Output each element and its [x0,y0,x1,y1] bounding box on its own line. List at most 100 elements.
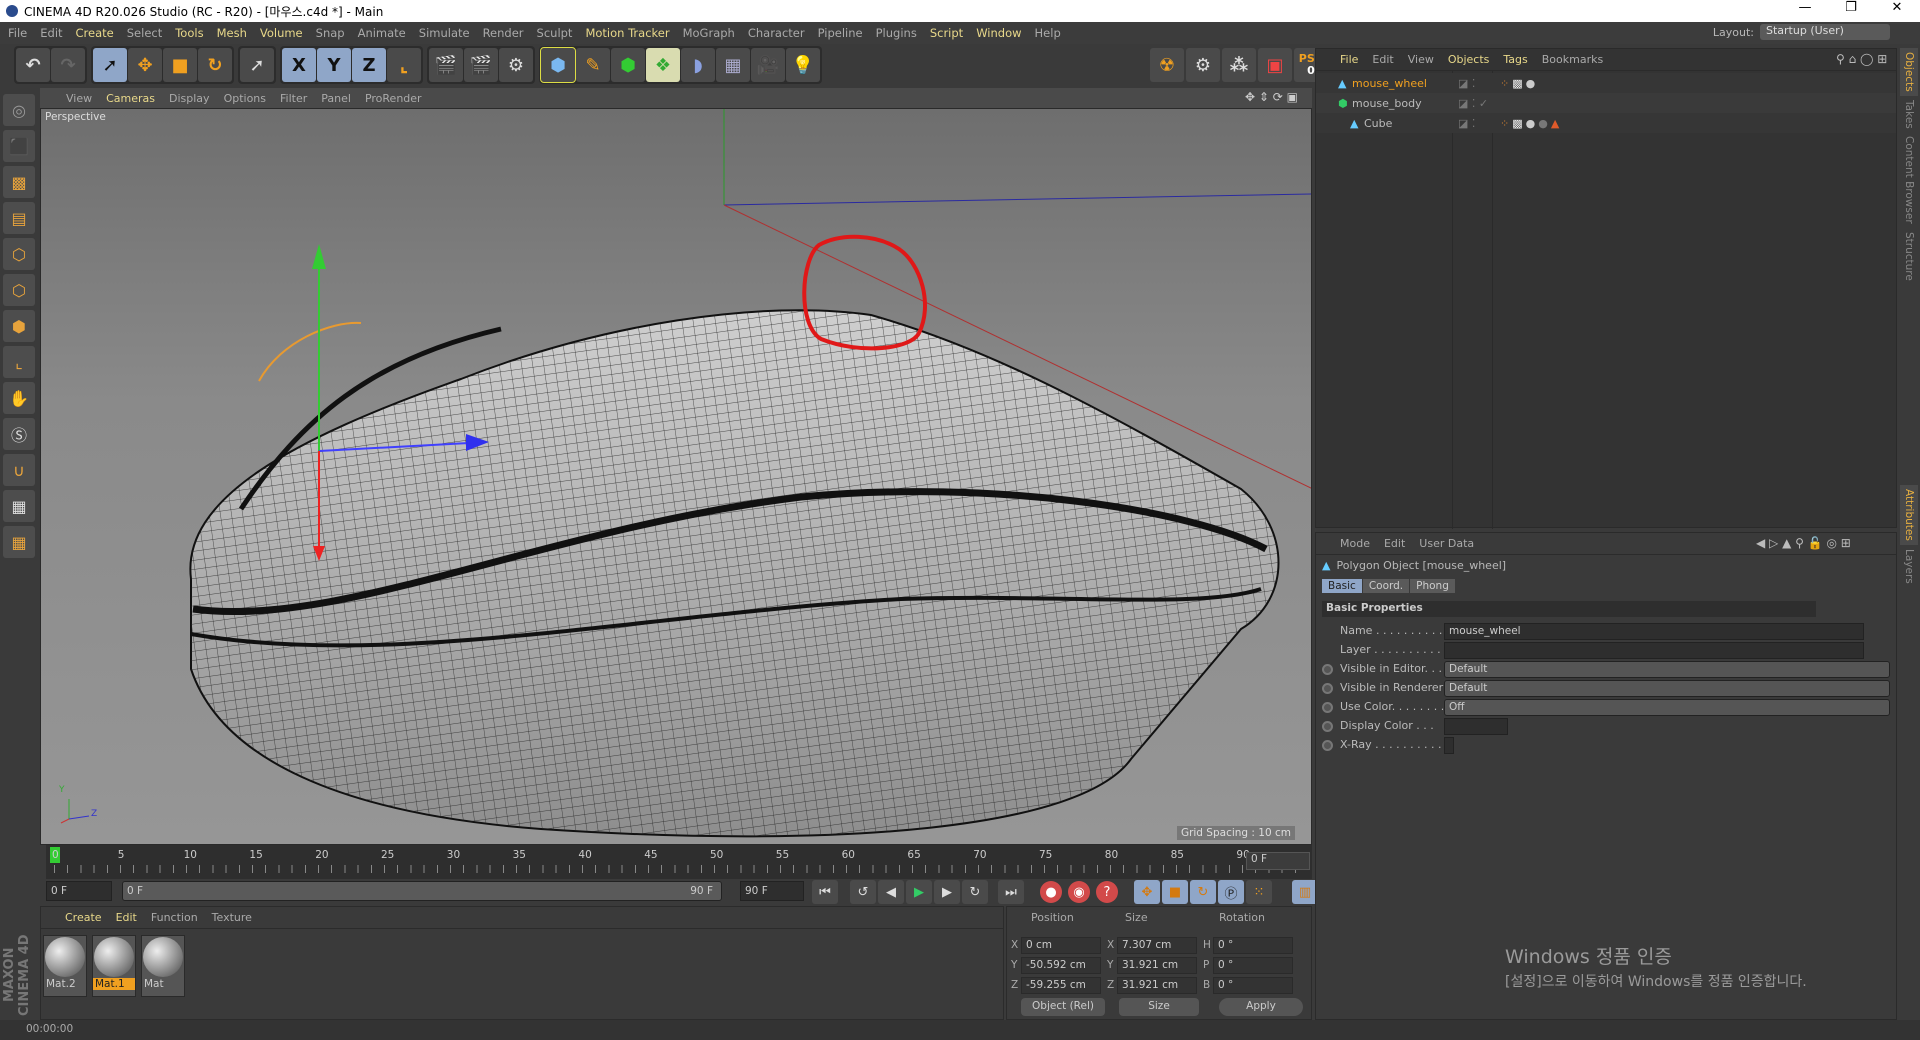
coordinate-system-icon[interactable]: ⌞ [387,48,421,82]
layout-selector[interactable]: Layout: Startup (User) [1713,24,1890,40]
object-menu-tags[interactable]: Tags [1503,53,1527,66]
edges-mode-icon[interactable]: ⬡ [3,274,35,306]
model-mode-icon[interactable]: ⬛ [3,130,35,162]
current-frame-field[interactable]: 0 F [1246,852,1310,870]
object-row[interactable]: ▲ mouse_wheel ◪ ⁚ ⁘▩● [1316,73,1896,93]
z-axis-icon[interactable]: Z [352,48,386,82]
name-field[interactable]: mouse_wheel [1444,623,1864,640]
menu-pipeline[interactable]: Pipeline [818,26,863,40]
attribute-menu-user-data[interactable]: User Data [1419,537,1474,550]
key-parameter-icon[interactable]: Ⓟ [1218,880,1244,904]
redo-icon[interactable]: ↷ [51,48,85,82]
visibility-toggle-icon[interactable]: ◪ ⁚ ✓ [1458,97,1488,110]
use-color-field[interactable]: Off [1444,699,1890,716]
close-button[interactable]: ✕ [1874,0,1920,15]
menu-render[interactable]: Render [483,26,524,40]
attribute-menu-edit[interactable]: Edit [1384,537,1405,550]
key-pla-icon[interactable]: ⁙ [1246,880,1272,904]
viewport-menu-cameras[interactable]: Cameras [106,92,155,105]
viewport-menu-filter[interactable]: Filter [280,92,307,105]
object-menu-edit[interactable]: Edit [1372,53,1393,66]
object-name[interactable]: Cube [1364,117,1392,130]
visibility-toggle-icon[interactable]: ◪ ⁚ [1458,117,1475,130]
menu-motion-tracker[interactable]: Motion Tracker [585,26,669,40]
scale-icon[interactable]: ■ [163,48,197,82]
size-z-field[interactable]: 31.921 cm [1117,977,1197,994]
record-keys-icon[interactable]: ● [1040,881,1062,903]
object-menu-file[interactable]: File [1340,53,1358,66]
y-axis-icon[interactable]: Y [317,48,351,82]
viewport[interactable]: Y Z Perspective Grid Spacing : 10 cm [40,108,1312,845]
coordinate-mode-dropdown[interactable]: Object (Rel) [1021,998,1105,1016]
snap-icon[interactable]: ☢ [1150,48,1184,82]
menu-sculpt[interactable]: Sculpt [537,26,573,40]
visible-in-renderer-field[interactable]: Default [1444,680,1890,697]
tab-takes[interactable]: Takes [1900,96,1918,133]
tags-icons[interactable]: ⁘▩●●▲ [1500,117,1562,130]
minimize-button[interactable]: — [1782,0,1828,15]
apply-button[interactable]: Apply [1219,998,1303,1016]
edit-render-settings-icon[interactable]: ⚙ [499,48,533,82]
material-swatch[interactable]: Mat.2 [43,935,87,997]
tab-layers[interactable]: Layers [1900,545,1918,588]
size-x-field[interactable]: 7.307 cm [1117,937,1197,954]
position-y-field[interactable]: -50.592 cm [1021,957,1101,974]
magnet-icon[interactable]: ∪ [3,454,35,486]
undo-icon[interactable]: ↶ [16,48,50,82]
layout-dropdown[interactable]: Startup (User) [1760,24,1890,40]
texture-mode-icon[interactable]: ▩ [3,166,35,198]
tab-content-browser[interactable]: Content Browser [1900,132,1918,228]
material-menu-function[interactable]: Function [151,911,198,924]
workplane-mode-icon[interactable]: ▤ [3,202,35,234]
lock-workplane-icon[interactable]: ▦ [3,490,35,522]
object-name[interactable]: mouse_body [1352,97,1422,110]
gizmo-y-arrow[interactable] [312,244,326,269]
animate-radio[interactable] [1322,702,1333,713]
range-slider[interactable]: 0 F 90 F [122,881,722,901]
material-menu-create[interactable]: Create [65,911,102,924]
menu-plugins[interactable]: Plugins [876,26,917,40]
animate-radio[interactable] [1322,721,1333,732]
viewport-menu-panel[interactable]: Panel [321,92,351,105]
previous-key-icon[interactable]: ↺ [850,880,876,904]
rotation-p-field[interactable]: 0 ° [1213,957,1293,974]
layer-field[interactable] [1444,642,1864,659]
menu-select[interactable]: Select [127,26,162,40]
key-position-icon[interactable]: ✥ [1134,880,1160,904]
key-rotation-icon[interactable]: ↻ [1190,880,1216,904]
menu-edit[interactable]: Edit [40,26,62,40]
timeline-ruler[interactable]: 0 5 10 15 20 25 30 35 40 45 50 55 60 65 70 75 80 85 90 [46,845,1312,879]
viewport-menu-view[interactable]: View [66,92,92,105]
viewport-menu-display[interactable]: Display [169,92,210,105]
menu-character[interactable]: Character [748,26,805,40]
size-y-field[interactable]: 31.921 cm [1117,957,1197,974]
menu-snap[interactable]: Snap [316,26,345,40]
visibility-toggle-icon[interactable]: ◪ ⁚ [1458,77,1475,90]
rotate-icon[interactable]: ↻ [198,48,232,82]
rotation-h-field[interactable]: 0 ° [1213,937,1293,954]
material-menu-texture[interactable]: Texture [212,911,252,924]
tab-basic[interactable]: Basic [1322,579,1362,593]
tab-attributes[interactable]: Attributes [1900,484,1918,545]
menu-mesh[interactable]: Mesh [217,26,247,40]
object-row[interactable]: ⬢ mouse_body ◪ ⁚ ✓ [1316,93,1896,113]
mouse-mesh[interactable] [189,309,1280,838]
tab-structure[interactable]: Structure [1900,228,1918,285]
render-view-icon[interactable]: 🎬 [429,48,463,82]
tab-phong[interactable]: Phong [1410,579,1455,593]
animate-radio[interactable] [1322,664,1333,675]
object-menu-view[interactable]: View [1408,53,1434,66]
end-frame-field[interactable]: 90 F [740,881,804,901]
material-menu-edit[interactable]: Edit [116,911,137,924]
visible-in-editor-field[interactable]: Default [1444,661,1890,678]
menu-tools[interactable]: Tools [175,26,203,40]
start-frame-field[interactable]: 0 F [46,881,112,901]
floor-icon[interactable]: ▦ [716,48,750,82]
axis-icon[interactable]: ⁂ [1222,48,1256,82]
pen-icon[interactable]: ✎ [576,48,610,82]
menu-simulate[interactable]: Simulate [419,26,470,40]
menu-window[interactable]: Window [976,26,1021,40]
keyframe-selection-icon[interactable]: ? [1096,881,1118,903]
solo-icon[interactable]: Ⓢ [3,418,35,450]
play-icon[interactable]: ▶ [906,880,932,904]
